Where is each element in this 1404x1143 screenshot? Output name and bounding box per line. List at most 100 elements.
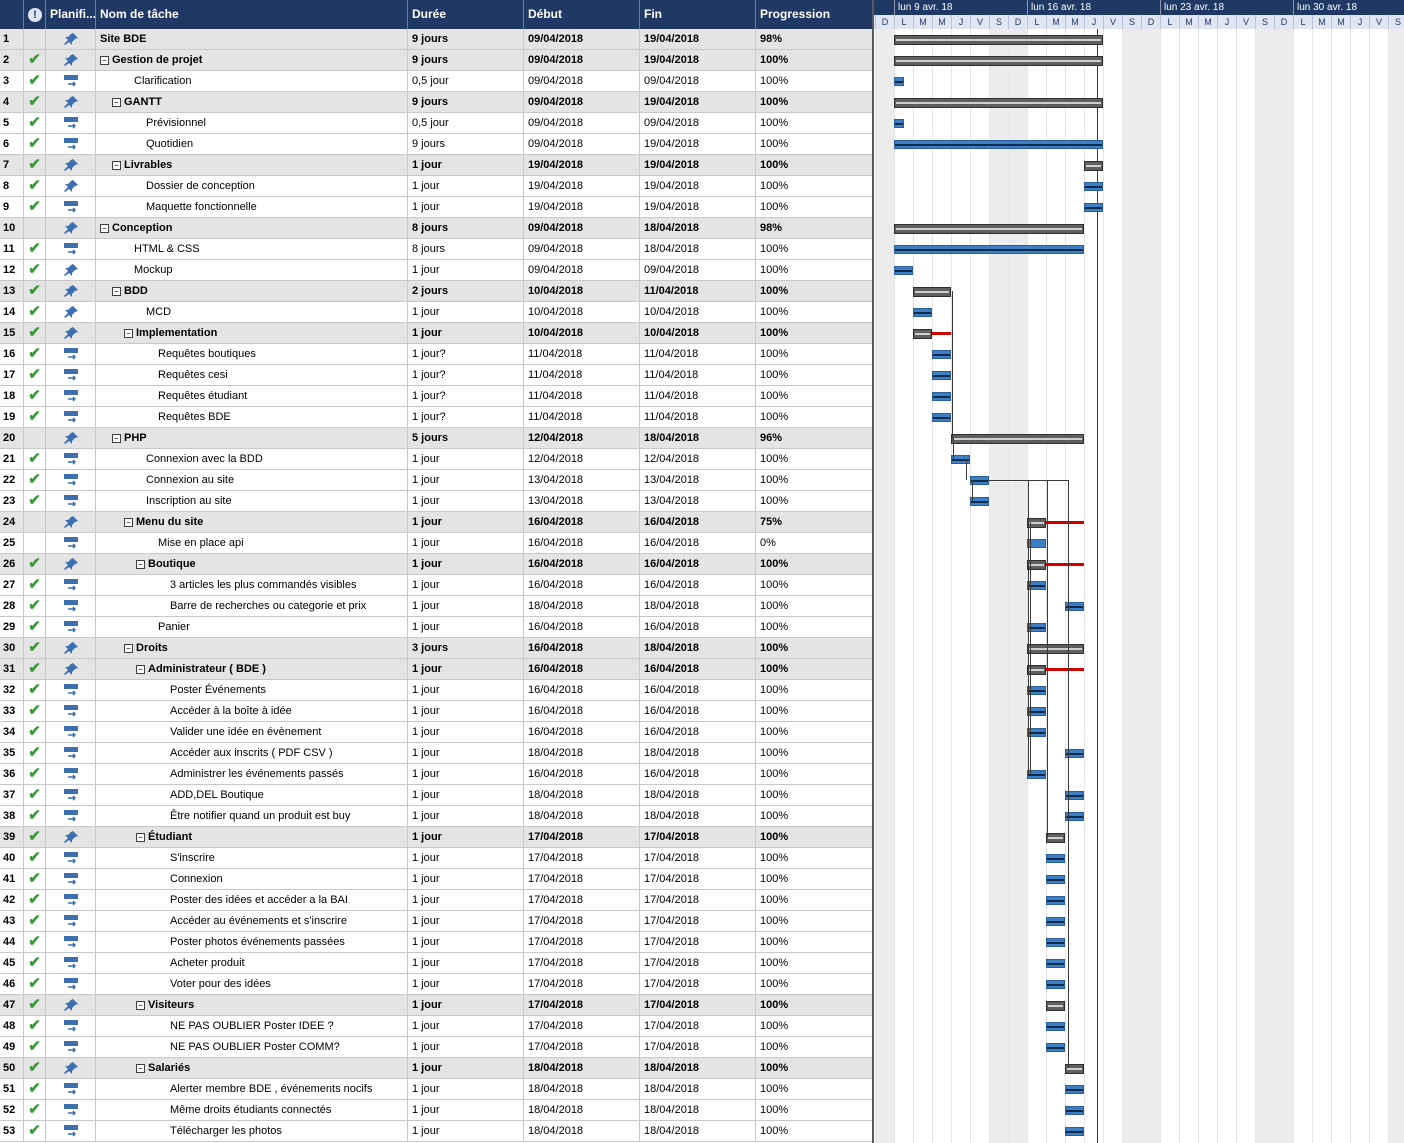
duration-cell[interactable]: 1 jour — [408, 155, 524, 175]
end-cell[interactable]: 13/04/2018 — [640, 470, 756, 490]
end-cell[interactable]: 18/04/2018 — [640, 428, 756, 448]
table-row[interactable]: 51 ✔ Alerter membre BDE , événements nocif… — [0, 1079, 872, 1100]
end-cell[interactable]: 18/04/2018 — [640, 218, 756, 238]
end-cell[interactable]: 19/04/2018 — [640, 176, 756, 196]
progress-cell[interactable]: 96% — [756, 428, 872, 448]
table-row[interactable]: 24− Menu du site 1 jour 16/04/2018 16/04/201… — [0, 512, 872, 533]
table-row[interactable]: 43 ✔ Accéder au événements et s'inscrire 1 … — [0, 911, 872, 932]
task-bar[interactable] — [913, 308, 932, 317]
duration-cell[interactable]: 0,5 jour — [408, 113, 524, 133]
task-bar[interactable] — [1046, 917, 1065, 926]
row-number[interactable]: 29 — [0, 617, 24, 637]
row-number[interactable]: 50 — [0, 1058, 24, 1078]
duration-cell[interactable]: 1 jour — [408, 680, 524, 700]
end-cell[interactable]: 12/04/2018 — [640, 449, 756, 469]
progress-cell[interactable]: 100% — [756, 1079, 872, 1099]
row-number[interactable]: 26 — [0, 554, 24, 574]
collapse-icon[interactable]: − — [136, 832, 145, 842]
start-cell[interactable]: 19/04/2018 — [524, 155, 640, 175]
progress-cell[interactable]: 100% — [756, 92, 872, 112]
header-indicators[interactable]: ! — [24, 0, 46, 29]
table-row[interactable]: 44 ✔ Poster photos événements passées 1 jou… — [0, 932, 872, 953]
start-cell[interactable]: 17/04/2018 — [524, 827, 640, 847]
progress-cell[interactable]: 98% — [756, 218, 872, 238]
task-name-cell[interactable]: Connexion au site — [96, 470, 408, 490]
table-row[interactable]: 25 Mise en place api 1 jour 16/04/2018 16/04… — [0, 533, 872, 554]
end-cell[interactable]: 16/04/2018 — [640, 554, 756, 574]
start-cell[interactable]: 12/04/2018 — [524, 428, 640, 448]
task-name-cell[interactable]: Dossier de conception — [96, 176, 408, 196]
task-name-cell[interactable]: − Gestion de projet — [96, 50, 408, 70]
start-cell[interactable]: 16/04/2018 — [524, 617, 640, 637]
task-name-cell[interactable]: − Étudiant — [96, 827, 408, 847]
collapse-icon[interactable]: − — [112, 433, 121, 443]
task-bar[interactable] — [1084, 182, 1103, 191]
row-number[interactable]: 20 — [0, 428, 24, 448]
progress-cell[interactable]: 100% — [756, 176, 872, 196]
task-bar[interactable] — [1046, 1022, 1065, 1031]
end-cell[interactable]: 18/04/2018 — [640, 1079, 756, 1099]
end-cell[interactable]: 18/04/2018 — [640, 239, 756, 259]
task-mode-cell[interactable] — [46, 1058, 96, 1078]
summary-bar[interactable] — [894, 98, 1103, 108]
start-cell[interactable]: 10/04/2018 — [524, 323, 640, 343]
row-number[interactable]: 28 — [0, 596, 24, 616]
start-cell[interactable]: 16/04/2018 — [524, 659, 640, 679]
collapse-icon[interactable]: − — [112, 160, 121, 170]
end-cell[interactable]: 19/04/2018 — [640, 155, 756, 175]
table-row[interactable]: 28 ✔ Barre de recherches ou categorie et p… — [0, 596, 872, 617]
end-cell[interactable]: 17/04/2018 — [640, 1016, 756, 1036]
collapse-icon[interactable]: − — [124, 643, 133, 653]
row-number[interactable]: 44 — [0, 932, 24, 952]
start-cell[interactable]: 18/04/2018 — [524, 1079, 640, 1099]
task-name-cell[interactable]: Poster des idées et accéder a la BAI — [96, 890, 408, 910]
task-name-cell[interactable]: Requêtes BDE — [96, 407, 408, 427]
task-name-cell[interactable]: Connexion — [96, 869, 408, 889]
duration-cell[interactable]: 0,5 jour — [408, 71, 524, 91]
duration-cell[interactable]: 1 jour — [408, 512, 524, 532]
table-row[interactable]: 29 ✔ Panier 1 jour 16/04/2018 16/04/2018 100% — [0, 617, 872, 638]
row-number[interactable]: 15 — [0, 323, 24, 343]
table-row[interactable]: 27 ✔ 3 articles les plus commandés visible… — [0, 575, 872, 596]
start-cell[interactable]: 16/04/2018 — [524, 638, 640, 658]
end-cell[interactable]: 10/04/2018 — [640, 323, 756, 343]
task-mode-cell[interactable] — [46, 239, 96, 259]
table-row[interactable]: 50 ✔ − Salariés 1 jour 18/04/2018 18/04/2018 10… — [0, 1058, 872, 1079]
collapse-icon[interactable]: − — [136, 1000, 145, 1010]
end-cell[interactable]: 16/04/2018 — [640, 659, 756, 679]
start-cell[interactable]: 18/04/2018 — [524, 596, 640, 616]
task-bar[interactable] — [1084, 203, 1103, 212]
task-bar[interactable] — [1046, 896, 1065, 905]
start-cell[interactable]: 18/04/2018 — [524, 785, 640, 805]
start-cell[interactable]: 18/04/2018 — [524, 1058, 640, 1078]
summary-bar[interactable] — [894, 35, 1103, 45]
task-bar[interactable] — [894, 140, 1103, 149]
task-name-cell[interactable]: − Livrables — [96, 155, 408, 175]
start-cell[interactable]: 11/04/2018 — [524, 344, 640, 364]
start-cell[interactable]: 18/04/2018 — [524, 1121, 640, 1141]
task-mode-cell[interactable] — [46, 785, 96, 805]
start-cell[interactable]: 11/04/2018 — [524, 386, 640, 406]
progress-cell[interactable]: 100% — [756, 1121, 872, 1141]
progress-cell[interactable]: 100% — [756, 197, 872, 217]
row-number[interactable]: 12 — [0, 260, 24, 280]
task-name-cell[interactable]: Mockup — [96, 260, 408, 280]
task-name-cell[interactable]: − Implementation — [96, 323, 408, 343]
start-cell[interactable]: 17/04/2018 — [524, 1016, 640, 1036]
table-row[interactable]: 16 ✔ Requêtes boutiques 1 jour? 11/04/2018 11… — [0, 344, 872, 365]
duration-cell[interactable]: 1 jour — [408, 176, 524, 196]
task-mode-cell[interactable] — [46, 533, 96, 553]
task-name-cell[interactable]: Être notifier quand un produit est buy — [96, 806, 408, 826]
task-mode-cell[interactable] — [46, 1100, 96, 1120]
task-mode-cell[interactable] — [46, 491, 96, 511]
progress-cell[interactable]: 100% — [756, 491, 872, 511]
duration-cell[interactable]: 8 jours — [408, 218, 524, 238]
table-row[interactable]: 53 ✔ Télécharger les photos 1 jour 18/04/201… — [0, 1121, 872, 1142]
duration-cell[interactable]: 1 jour — [408, 533, 524, 553]
progress-cell[interactable]: 100% — [756, 995, 872, 1015]
row-number[interactable]: 51 — [0, 1079, 24, 1099]
table-row[interactable]: 48 ✔ NE PAS OUBLIER Poster IDEE ? 1 jour 17/… — [0, 1016, 872, 1037]
table-row[interactable]: 47 ✔ − Visiteurs 1 jour 17/04/2018 17/04/2018 1… — [0, 995, 872, 1016]
end-cell[interactable]: 19/04/2018 — [640, 197, 756, 217]
table-row[interactable]: 9 ✔ Maquette fonctionnelle 1 jour 19/04/2018… — [0, 197, 872, 218]
